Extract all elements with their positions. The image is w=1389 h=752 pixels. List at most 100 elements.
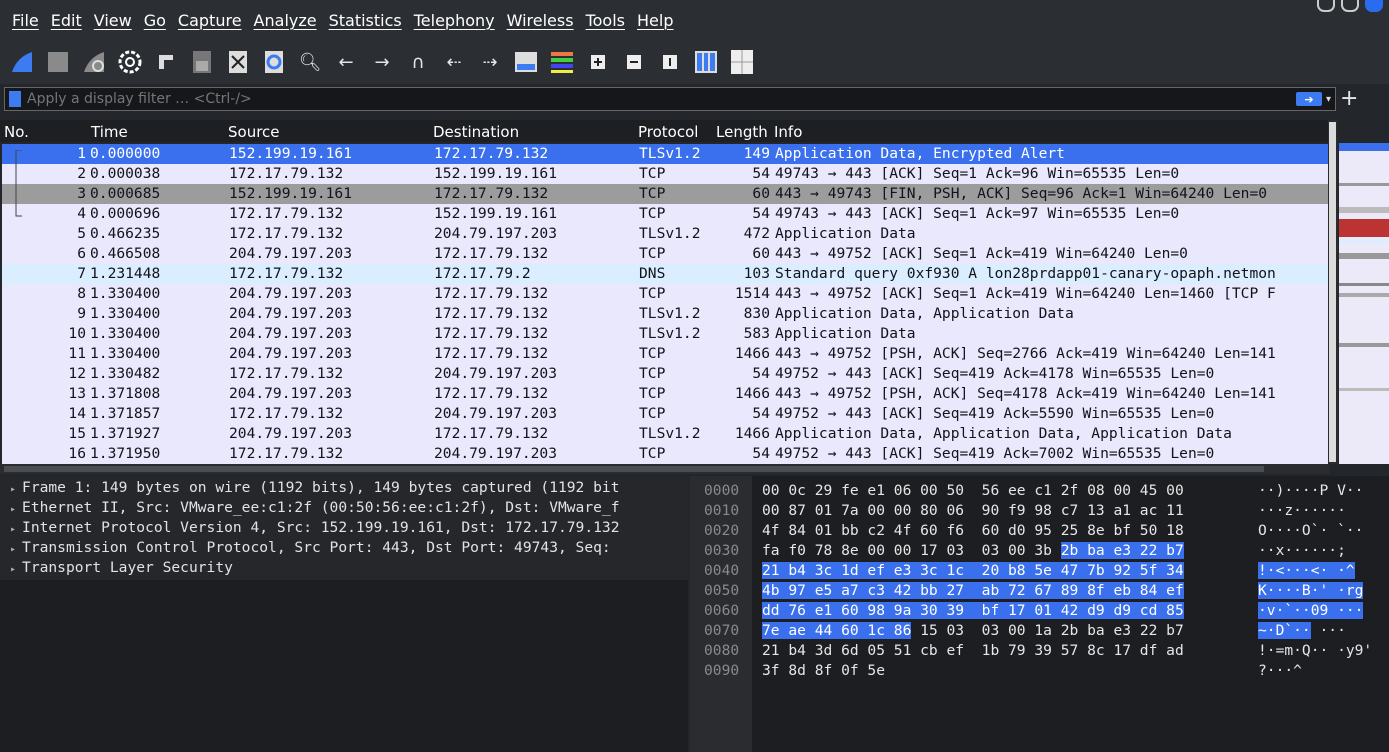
zoom-out-icon[interactable] [620,48,648,76]
autoscroll-icon[interactable] [512,48,540,76]
packet-row[interactable]: 3 0.000685 152.199.19.161 172.17.79.132 TCP 6… [2,184,1328,204]
ascii-bytes[interactable]: !·<···<· ·^ [1258,562,1355,579]
hex-bytes[interactable]: 21 b4 3c 1d ef e3 3c 1c 20 b8 5e 47 7b 9… [762,562,1184,579]
bytes-row[interactable]: 0060 dd 76 e1 60 98 9a 30 39 bf 17 01 42 … [690,602,1389,622]
detail-tree-item[interactable]: ▸ Internet Protocol Version 4, Src: 152.1… [10,519,688,539]
detail-tree-item[interactable]: ▸ Transmission Control Protocol, Src Port… [10,539,688,559]
bytes-row[interactable]: 0070 7e ae 44 60 1c 86 15 03 03 00 1a 2b … [690,622,1389,642]
ascii-bytes[interactable]: ~·D`·· ··· [1258,622,1346,639]
menu-wireless[interactable]: Wireless [501,11,580,30]
packet-row[interactable]: 5 0.466235 172.17.79.132 204.79.197.203 TLSv… [2,224,1328,244]
window-control-icon[interactable] [1317,0,1335,12]
column-header-info[interactable]: Info [774,123,802,141]
ascii-bytes[interactable]: K····B·' ·rg [1258,582,1364,599]
packet-row[interactable]: 12 1.330482 172.17.79.132 204.79.197.203 TCP… [2,364,1328,384]
expand-arrow-icon[interactable]: ▸ [10,524,16,535]
bytes-row[interactable]: 0030 fa f0 78 8e 00 00 17 03 03 00 3b 2b … [690,542,1389,562]
bytes-row[interactable]: 0010 00 87 01 7a 00 00 80 06 90 f9 98 c7 … [690,502,1389,522]
hex-bytes[interactable]: fa f0 78 8e 00 00 17 03 03 00 3b 2b ba e… [762,542,1184,559]
options-gear-icon[interactable] [116,48,144,76]
colorize-icon[interactable] [548,48,576,76]
first-packet-icon[interactable]: ⇠ [440,48,468,76]
ascii-bytes[interactable]: ··x······; [1258,542,1346,559]
menu-file[interactable]: File [0,11,45,30]
shark-fin-start-icon[interactable] [8,48,36,76]
menu-telephony[interactable]: Telephony [408,11,501,30]
menu-capture[interactable]: Capture [172,11,248,30]
normal-size-icon[interactable] [656,48,684,76]
column-header-destination[interactable]: Destination [433,123,519,141]
packet-row[interactable]: 14 1.371857 172.17.79.132 204.79.197.203 TCP… [2,404,1328,424]
layout-icon[interactable] [728,48,756,76]
column-header-no[interactable]: No. [4,123,29,141]
display-filter-input[interactable] [25,90,1296,108]
chevron-down-icon[interactable]: ▾ [1326,94,1331,105]
hex-bytes[interactable]: 00 0c 29 fe e1 06 00 50 56 ee c1 2f 08 0… [762,482,1184,499]
hex-bytes[interactable]: 7e ae 44 60 1c 86 15 03 03 00 1a 2b ba e… [762,622,1184,639]
column-header-source[interactable]: Source [228,123,280,141]
hex-bytes[interactable]: 00 87 01 7a 00 00 80 06 90 f9 98 c7 13 a… [762,502,1184,519]
reload-icon[interactable] [260,48,288,76]
packet-row[interactable]: 6 0.466508 204.79.197.203 172.17.79.132 TCP 6… [2,244,1328,264]
detail-tree-item[interactable]: ▸ Transport Layer Security [10,559,688,579]
last-packet-icon[interactable]: ⇢ [476,48,504,76]
bookmark-icon[interactable] [9,91,21,107]
packet-row[interactable]: 15 1.371927 204.79.197.203 172.17.79.132 TLS… [2,424,1328,444]
bytes-row[interactable]: 0080 21 b4 3d 6d 05 51 cb ef 1b 79 39 57 … [690,642,1389,662]
menu-analyze[interactable]: Analyze [248,11,323,30]
menu-tools[interactable]: Tools [580,11,631,30]
bytes-row[interactable]: 0000 00 0c 29 fe e1 06 00 50 56 ee c1 2f … [690,482,1389,502]
bytes-row[interactable]: 0040 21 b4 3c 1d ef e3 3c 1c 20 b8 5e 47 … [690,562,1389,582]
resize-columns-icon[interactable] [692,48,720,76]
stop-icon[interactable] [44,48,72,76]
hex-bytes[interactable]: 4f 84 01 bb c2 4f 60 f6 60 d0 95 25 8e b… [762,522,1184,539]
add-filter-button[interactable]: + [1340,86,1358,111]
save-file-icon[interactable] [188,48,216,76]
packet-row[interactable]: 10 1.330400 204.79.197.203 172.17.79.132 TLS… [2,324,1328,344]
ascii-bytes[interactable]: ?···^ [1258,662,1302,679]
bytes-row[interactable]: 0050 4b 97 e5 a7 c3 42 bb 27 ab 72 67 89 … [690,582,1389,602]
close-file-icon[interactable] [224,48,252,76]
go-to-packet-icon[interactable]: ∩ [404,48,432,76]
ascii-bytes[interactable]: ···z······ [1258,502,1346,519]
packet-list-vscroll[interactable] [1328,120,1338,464]
menu-view[interactable]: View [88,11,138,30]
packet-list-hscroll[interactable] [0,464,1330,474]
packet-row[interactable]: 9 1.330400 204.79.197.203 172.17.79.132 TLSv… [2,304,1328,324]
bytes-row[interactable]: 0020 4f 84 01 bb c2 4f 60 f6 60 d0 95 25 … [690,522,1389,542]
find-icon[interactable]: 🔍︎ [296,48,324,76]
expand-arrow-icon[interactable]: ▸ [10,504,16,515]
zoom-in-icon[interactable] [584,48,612,76]
apply-filter-icon[interactable]: ➔ [1295,92,1322,106]
bytes-row[interactable]: 0090 3f 8d 8f 0f 5e ?···^ [690,662,1389,682]
packet-row[interactable]: 4 0.000696 172.17.79.132 152.199.19.161 TCP 5… [2,204,1328,224]
packet-row[interactable]: 2 0.000038 172.17.79.132 152.199.19.161 TCP 5… [2,164,1328,184]
hex-bytes[interactable]: 3f 8d 8f 0f 5e [762,662,885,679]
ascii-bytes[interactable]: ·v·`··09 ··· [1258,602,1364,619]
window-close-icon[interactable] [1365,0,1383,12]
restart-icon[interactable] [80,48,108,76]
detail-tree-item[interactable]: ▸ Frame 1: 149 bytes on wire (1192 bits),… [10,479,688,499]
packet-row[interactable]: 13 1.371808 204.79.197.203 172.17.79.132 TCP… [2,384,1328,404]
column-header-time[interactable]: Time [91,123,128,141]
expand-arrow-icon[interactable]: ▸ [10,544,16,555]
packet-row[interactable]: 8 1.330400 204.79.197.203 172.17.79.132 TCP 1… [2,284,1328,304]
ascii-bytes[interactable]: ··)····P V·· [1258,482,1363,499]
packet-row[interactable]: 1 0.000000 152.199.19.161 172.17.79.132 TLSv… [2,144,1328,164]
ascii-bytes[interactable]: !·=m·Q·· ·y9' [1258,642,1372,659]
forward-icon[interactable]: → [368,48,396,76]
packet-row[interactable]: 7 1.231448 172.17.79.132 172.17.79.2 DNS 103 S… [2,264,1328,284]
detail-tree-item[interactable]: ▸ Ethernet II, Src: VMware_ee:c1:2f (00:5… [10,499,688,519]
expand-arrow-icon[interactable]: ▸ [10,484,16,495]
menu-go[interactable]: Go [138,11,172,30]
window-control-icon[interactable] [1341,0,1359,12]
back-icon[interactable]: ← [332,48,360,76]
hex-bytes[interactable]: dd 76 e1 60 98 9a 30 39 bf 17 01 42 d9 d… [762,602,1184,619]
hex-bytes[interactable]: 21 b4 3d 6d 05 51 cb ef 1b 79 39 57 8c 1… [762,642,1184,659]
expand-arrow-icon[interactable]: ▸ [10,564,16,575]
packet-row[interactable]: 16 1.371950 172.17.79.132 204.79.197.203 TCP… [2,444,1328,464]
hex-bytes[interactable]: 4b 97 e5 a7 c3 42 bb 27 ab 72 67 89 8f e… [762,582,1184,599]
open-file-icon[interactable] [152,48,180,76]
packet-row[interactable]: 11 1.330400 204.79.197.203 172.17.79.132 TCP… [2,344,1328,364]
packet-minimap[interactable] [1339,143,1389,464]
